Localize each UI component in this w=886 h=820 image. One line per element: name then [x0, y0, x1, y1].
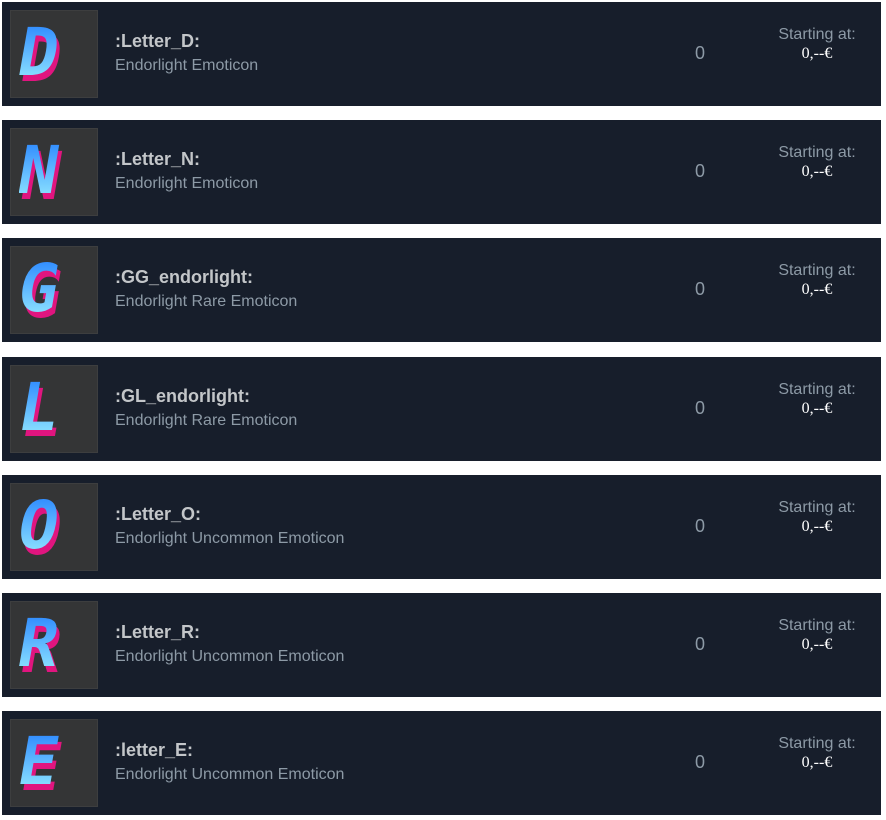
- emoticon-thumbnail: N N: [10, 128, 98, 216]
- listing-quantity: 0: [694, 752, 705, 772]
- price-value: 0,--€: [801, 45, 833, 62]
- emoticon-name[interactable]: :Letter_D:: [115, 31, 200, 52]
- emoticon-thumbnail: L L: [10, 365, 98, 453]
- price-value: 0,--€: [801, 400, 833, 417]
- price-value: 0,--€: [801, 163, 833, 180]
- listing-quantity: 0: [694, 634, 705, 654]
- listing-quantity: 0: [694, 161, 705, 181]
- market-listing-row[interactable]: N N :Letter_N: Endorlight Emoticon 0 Sta…: [2, 120, 881, 224]
- emoticon-game-type: Endorlight Emoticon: [115, 57, 259, 74]
- price-block: Starting at: 0,--€: [762, 381, 872, 419]
- price-value: 0,--€: [801, 281, 833, 298]
- listing-quantity: 0: [694, 398, 705, 418]
- price-label: Starting at:: [778, 617, 856, 634]
- emoticon-game-type: Endorlight Uncommon Emoticon: [115, 648, 345, 665]
- emoticon-thumbnail: E E: [10, 719, 98, 807]
- letter-n-emoticon-icon: N N: [19, 135, 68, 209]
- letter-r-emoticon-icon: R R: [19, 608, 69, 682]
- price-block: Starting at: 0,--€: [762, 26, 872, 64]
- letter-l-emoticon-icon: L L: [19, 372, 68, 446]
- price-value: 0,--€: [801, 636, 833, 653]
- price-block: Starting at: 0,--€: [762, 735, 872, 773]
- emoticon-thumbnail: D D: [10, 10, 98, 98]
- price-label: Starting at:: [778, 26, 856, 43]
- market-listings: D D :Letter_D: Endorlight Emoticon 0 Sta…: [0, 0, 886, 820]
- price-block: Starting at: 0,--€: [762, 617, 872, 655]
- price-label: Starting at:: [778, 499, 856, 516]
- market-listing-row[interactable]: R R :Letter_R: Endorlight Uncommon Emoti…: [2, 593, 881, 697]
- letter-g-emoticon-icon: G G: [19, 253, 68, 327]
- emoticon-game-type: Endorlight Rare Emoticon: [115, 412, 298, 429]
- market-listing-row[interactable]: E E :letter_E: Endorlight Uncommon Emoti…: [2, 711, 881, 815]
- price-value: 0,--€: [801, 754, 833, 771]
- emoticon-thumbnail: G G: [10, 246, 98, 334]
- emoticon-game-type: Endorlight Uncommon Emoticon: [115, 766, 345, 783]
- emoticon-name[interactable]: :Letter_R:: [115, 622, 200, 643]
- listing-quantity: 0: [694, 279, 705, 299]
- letter-d-emoticon-icon: D D: [19, 17, 68, 91]
- price-block: Starting at: 0,--€: [762, 144, 872, 182]
- market-listing-row[interactable]: L L :GL_endorlight: Endorlight Rare Emot…: [2, 357, 881, 461]
- emoticon-name[interactable]: :GG_endorlight:: [115, 267, 253, 288]
- price-block: Starting at: 0,--€: [762, 499, 872, 537]
- emoticon-game-type: Endorlight Rare Emoticon: [115, 293, 298, 310]
- emoticon-thumbnail: R R: [10, 601, 98, 689]
- listing-quantity: 0: [694, 516, 705, 536]
- market-listing-row[interactable]: D D :Letter_D: Endorlight Emoticon 0 Sta…: [2, 2, 881, 106]
- emoticon-game-type: Endorlight Emoticon: [115, 175, 259, 192]
- emoticon-thumbnail: O O: [10, 483, 98, 571]
- emoticon-name[interactable]: :GL_endorlight:: [115, 386, 250, 407]
- market-listing-row[interactable]: O O :Letter_O: Endorlight Uncommon Emoti…: [2, 475, 881, 579]
- emoticon-name[interactable]: :Letter_O:: [115, 504, 201, 525]
- letter-e-emoticon-icon: E E: [19, 726, 68, 800]
- price-label: Starting at:: [778, 144, 856, 161]
- listing-quantity: 0: [694, 43, 705, 63]
- price-label: Starting at:: [778, 735, 856, 752]
- market-listing-row[interactable]: G G :GG_endorlight: Endorlight Rare Emot…: [2, 238, 881, 342]
- letter-o-emoticon-icon: O O: [19, 490, 68, 564]
- price-label: Starting at:: [778, 262, 856, 279]
- price-block: Starting at: 0,--€: [762, 262, 872, 300]
- price-value: 0,--€: [801, 518, 833, 535]
- emoticon-game-type: Endorlight Uncommon Emoticon: [115, 530, 345, 547]
- emoticon-name[interactable]: :letter_E:: [115, 740, 193, 761]
- emoticon-name[interactable]: :Letter_N:: [115, 149, 200, 170]
- price-label: Starting at:: [778, 381, 856, 398]
